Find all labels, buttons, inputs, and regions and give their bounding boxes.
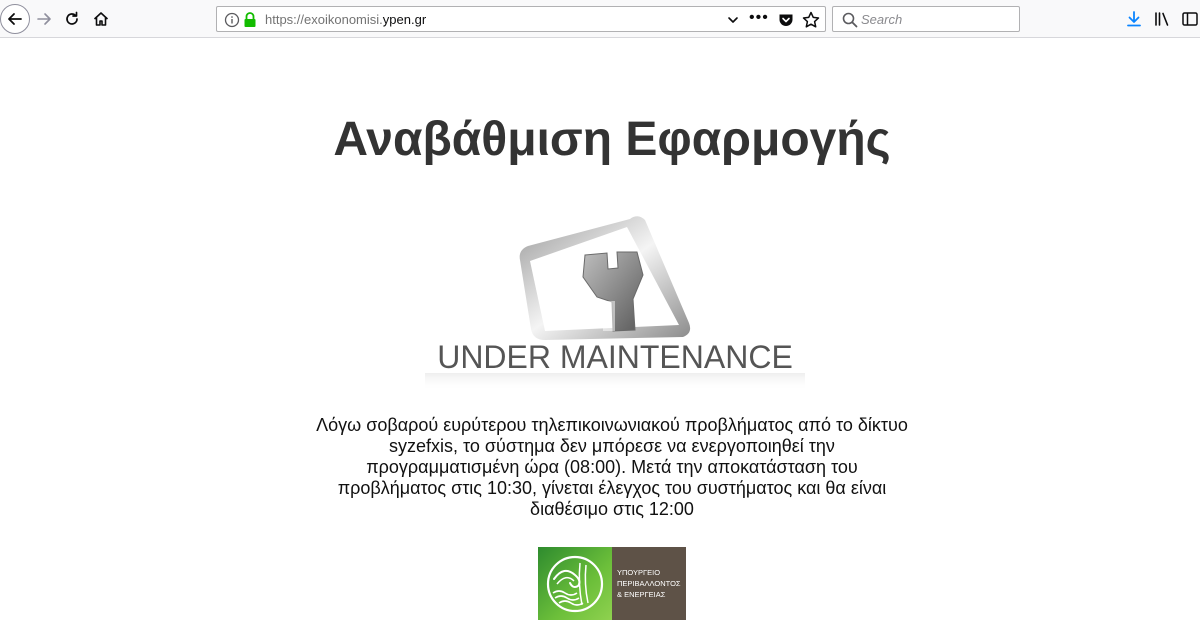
sidebar-button[interactable] xyxy=(1176,5,1200,33)
home-button[interactable] xyxy=(87,5,115,33)
chevron-down-icon[interactable] xyxy=(724,11,742,29)
library-icon xyxy=(1155,12,1169,26)
search-input[interactable] xyxy=(861,10,1011,28)
url-prefix: https://exoikonomisi. xyxy=(265,12,383,27)
page-title: Αναβάθμιση Εφαρμογής xyxy=(333,113,891,166)
reload-icon xyxy=(66,11,78,25)
maintenance-message: Λόγω σοβαρού ευρύτερου τηλεπικοινωνιακού… xyxy=(316,415,908,519)
back-button[interactable] xyxy=(0,4,30,34)
library-button[interactable] xyxy=(1148,5,1176,33)
url-host: ypen.gr xyxy=(382,12,427,27)
star-icon[interactable] xyxy=(801,10,821,30)
download-icon xyxy=(1127,11,1141,27)
search-icon xyxy=(842,12,858,28)
reload-button[interactable] xyxy=(58,5,86,33)
back-arrow-icon xyxy=(8,13,22,25)
home-icon xyxy=(93,12,109,26)
ministry-name-line-2: ΠΕΡΙΒΑΛΛΟΝΤΟΣ xyxy=(617,579,681,588)
browser-toolbar: https://exoikonomisi.ypen.gr ••• xyxy=(0,0,1200,38)
logo-emblem xyxy=(538,547,612,620)
ministry-emblem-icon xyxy=(546,555,604,612)
ministry-name-line-1: ΥΠΟΥΡΓΕΙΟ xyxy=(617,568,661,577)
ministry-name: ΥΠΟΥΡΓΕΙΟ ΠΕΡΙΒΑΛΛΟΝΤΟΣ & ΕΝΕΡΓΕΙΑΣ xyxy=(612,547,686,620)
sidebar-icon xyxy=(1182,12,1198,26)
forward-arrow-icon xyxy=(37,13,51,25)
maintenance-caption: UNDER MAINTENANCE xyxy=(437,339,793,375)
url-text[interactable]: https://exoikonomisi.ypen.gr xyxy=(265,12,426,27)
search-bar[interactable] xyxy=(832,6,1020,32)
downloads-button[interactable] xyxy=(1120,5,1148,33)
maintenance-graphic: UNDER MAINTENANCE xyxy=(425,216,805,391)
info-icon[interactable] xyxy=(223,11,241,29)
page-actions-menu[interactable]: ••• xyxy=(749,9,769,27)
pocket-icon[interactable] xyxy=(777,11,795,29)
ministry-logo: ΥΠΟΥΡΓΕΙΟ ΠΕΡΙΒΑΛΛΟΝΤΟΣ & ΕΝΕΡΓΕΙΑΣ xyxy=(538,547,686,620)
url-bar[interactable]: https://exoikonomisi.ypen.gr ••• xyxy=(216,6,826,32)
lock-icon[interactable] xyxy=(242,11,258,29)
ministry-name-line-3: & ΕΝΕΡΓΕΙΑΣ xyxy=(617,590,666,599)
forward-button[interactable] xyxy=(30,5,58,33)
